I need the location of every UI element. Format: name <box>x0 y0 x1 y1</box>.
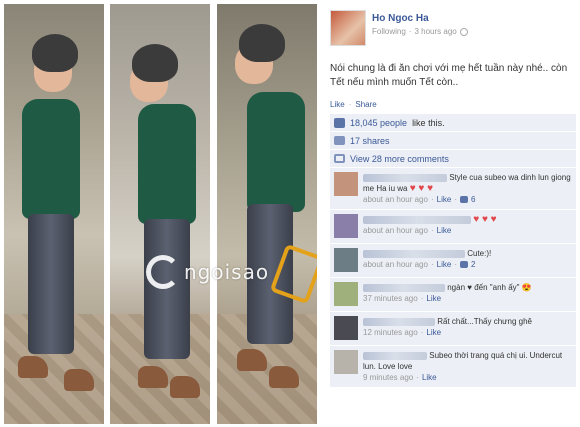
comment-like-button[interactable]: Like <box>437 225 452 236</box>
thumbs-up-icon <box>334 117 345 128</box>
watermark-logo-icon <box>146 255 180 289</box>
child-figure <box>4 4 104 424</box>
watermark: ngoisao <box>146 255 269 289</box>
commenter-name-blurred[interactable] <box>363 283 445 292</box>
post-message: Nói chung là đi ăn chơi với mẹ hết tuần … <box>330 63 568 88</box>
comment-time[interactable]: 9 minutes ago <box>363 372 413 383</box>
watermark-text: ngoisao <box>184 260 270 284</box>
comment-icon <box>334 154 345 163</box>
comment-item: ♥ ♥ ♥ about an hour ago · Like <box>330 210 576 244</box>
likes-row: 18,045 people like this. <box>330 114 576 132</box>
comment-text: ngàn ♥ đến "anh ấy" 😍 <box>447 283 532 292</box>
comment-like-count[interactable]: 6 <box>471 194 475 205</box>
commenter-name-blurred[interactable] <box>363 351 427 360</box>
likes-suffix: like this. <box>412 117 445 128</box>
photo-collage: ngoisao <box>0 0 322 427</box>
child-figure <box>217 4 317 424</box>
commenter-name-blurred[interactable] <box>363 249 465 258</box>
photo-panel-1 <box>4 4 104 424</box>
commenter-avatar[interactable] <box>334 248 358 272</box>
child-figure <box>110 4 210 424</box>
comment-like-button[interactable]: Like <box>426 293 441 304</box>
commenter-avatar[interactable] <box>334 172 358 196</box>
author-avatar[interactable] <box>330 10 366 46</box>
comment-item: Style cua subeo wa dinh lun giong me Ha … <box>330 168 576 210</box>
shares-row: 17 shares <box>330 132 576 150</box>
post-meta: Following · 3 hours ago <box>372 27 468 36</box>
commenter-avatar[interactable] <box>334 214 358 238</box>
commenter-name-blurred[interactable] <box>363 215 471 224</box>
comment-text: Rất chất...Thấy chưng ghê <box>437 317 532 326</box>
thumbs-up-icon <box>459 196 468 203</box>
share-button[interactable]: Share <box>355 100 376 109</box>
comment-time[interactable]: about an hour ago <box>363 225 428 236</box>
like-button[interactable]: Like <box>330 100 345 109</box>
comment-like-button[interactable]: Like <box>437 259 452 270</box>
feedback-box: 18,045 people like this. 17 shares View … <box>330 114 576 388</box>
comment-time[interactable]: 37 minutes ago <box>363 293 418 304</box>
comment-item: Cute:)! about an hour ago · Like · 2 <box>330 244 576 278</box>
comment-item: ngàn ♥ đến "anh ấy" 😍 37 minutes ago · Li… <box>330 278 576 312</box>
comment-like-button[interactable]: Like <box>426 327 441 338</box>
commenter-name-blurred[interactable] <box>363 173 447 182</box>
commenter-name-blurred[interactable] <box>363 317 435 326</box>
comment-time[interactable]: about an hour ago <box>363 194 428 205</box>
commenter-avatar[interactable] <box>334 350 358 374</box>
more-comments-row: View 28 more comments <box>330 150 576 168</box>
comment-item: Subeo thời trang quá chị ui. Undercut lu… <box>330 346 576 388</box>
comment-text: Cute:)! <box>467 249 492 258</box>
audience-label[interactable]: Following <box>372 27 406 36</box>
post-actions: Like · Share <box>330 100 377 109</box>
globe-icon <box>459 27 468 36</box>
commenter-avatar[interactable] <box>334 316 358 340</box>
comment-like-button[interactable]: Like <box>422 372 437 383</box>
comment-like-button[interactable]: Like <box>437 194 452 205</box>
heart-emoji: ♥ ♥ ♥ <box>409 183 434 194</box>
shares-count[interactable]: 17 shares <box>350 136 390 146</box>
comment-like-count[interactable]: 2 <box>471 259 475 270</box>
commenter-avatar[interactable] <box>334 282 358 306</box>
view-more-comments[interactable]: View 28 more comments <box>350 154 449 164</box>
photo-panel-2 <box>110 4 210 424</box>
author-name[interactable]: Ho Ngoc Ha <box>372 13 468 24</box>
photo-panel-3 <box>217 4 317 424</box>
thumbs-up-icon <box>459 261 468 268</box>
likes-count[interactable]: 18,045 people <box>350 118 407 128</box>
post-header: Ho Ngoc Ha Following · 3 hours ago <box>330 10 574 46</box>
comment-time[interactable]: about an hour ago <box>363 259 428 270</box>
post-time[interactable]: 3 hours ago <box>414 27 456 36</box>
share-icon <box>334 136 345 145</box>
facebook-post: Ho Ngoc Ha Following · 3 hours ago Nói c… <box>330 10 576 388</box>
comment-time[interactable]: 12 minutes ago <box>363 327 418 338</box>
comment-item: Rất chất...Thấy chưng ghê 12 minutes ago… <box>330 312 576 346</box>
heart-emoji: ♥ ♥ ♥ <box>473 214 497 225</box>
